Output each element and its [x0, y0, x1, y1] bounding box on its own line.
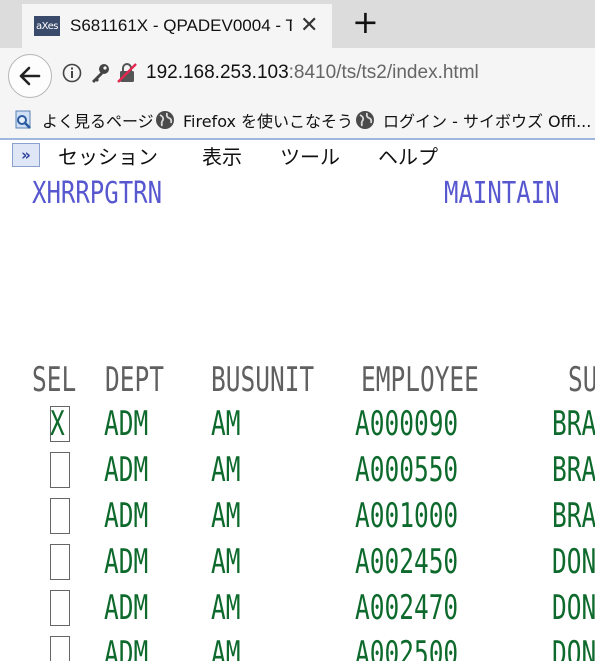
header-busunit: BUSUNIT: [211, 360, 315, 400]
bookmark-most-visited[interactable]: よく見るページ: [14, 108, 154, 132]
address-bar[interactable]: 192.168.253.103:8410/ts/ts2/index.html: [146, 62, 479, 84]
app-menu-bar: » セッション 表示 ツール ヘルプ: [0, 138, 595, 170]
close-tab-icon[interactable]: ✕: [300, 15, 318, 37]
terminal-screen: XHRRPGTRN MAINTAIN SEL DEPT BUSUNIT EMPL…: [0, 170, 595, 661]
select-field[interactable]: [50, 544, 70, 580]
bookmarks-toolbar: よく見るページ Firefox を使いこなそう ログイン - サイボウズ Off…: [0, 102, 595, 139]
tab-title: S681161X - QPADEV0004 - T: [70, 16, 292, 35]
cell-surname: BRA: [552, 404, 595, 444]
cell-employee: A002500: [355, 634, 459, 661]
browser-tab[interactable]: aXes S681161X - QPADEV0004 - T ✕: [22, 4, 332, 48]
screen-title: MAINTAIN: [444, 176, 560, 211]
menu-help[interactable]: ヘルプ: [378, 141, 438, 170]
tab-strip: aXes S681161X - QPADEV0004 - T ✕ +: [0, 0, 595, 48]
bookmark-firefox[interactable]: Firefox を使いこなそう: [155, 108, 353, 132]
navigation-bar: 192.168.253.103:8410/ts/ts2/index.html: [0, 48, 595, 102]
select-field[interactable]: [50, 590, 70, 626]
cell-busunit: AM: [211, 404, 241, 444]
select-value: X: [50, 404, 65, 444]
new-tab-button[interactable]: +: [352, 6, 379, 38]
cell-dept: ADM: [104, 588, 149, 628]
cell-employee: A000550: [355, 450, 459, 490]
program-name: XHRRPGTRN: [32, 176, 163, 211]
cell-surname: BRA: [552, 496, 595, 536]
url-host: 192.168.253.103: [146, 62, 289, 83]
cell-surname: DON: [552, 634, 595, 661]
bookmark-label: よく見るページ: [42, 112, 154, 131]
globe-icon: [156, 111, 174, 129]
cell-surname: DON: [552, 542, 595, 582]
cell-dept: ADM: [104, 542, 149, 582]
menu-view[interactable]: 表示: [202, 141, 242, 170]
back-button[interactable]: [8, 54, 52, 98]
bookmark-label: ログイン - サイボウズ Offi...: [383, 112, 592, 131]
menu-session[interactable]: セッション: [58, 141, 158, 170]
cell-employee: A000090: [355, 404, 459, 444]
cell-employee: A001000: [355, 496, 459, 536]
cell-surname: DON: [552, 588, 595, 628]
menu-toggle-icon[interactable]: »: [12, 143, 40, 167]
globe-icon: [356, 111, 374, 129]
bookmark-label: Firefox を使いこなそう: [183, 112, 354, 131]
cell-dept: ADM: [104, 404, 149, 444]
cell-dept: ADM: [104, 496, 149, 536]
cell-busunit: AM: [211, 634, 241, 661]
header-sel: SEL: [32, 360, 77, 400]
cell-employee: A002450: [355, 542, 459, 582]
cell-busunit: AM: [211, 496, 241, 536]
key-icon[interactable]: [89, 62, 111, 84]
menu-tools[interactable]: ツール: [280, 141, 340, 170]
cell-busunit: AM: [211, 542, 241, 582]
axes-favicon-icon: aXes: [34, 16, 60, 36]
cell-dept: ADM: [104, 634, 149, 661]
header-surname: SU: [568, 360, 595, 400]
url-path: :8410/ts/ts2/index.html: [288, 62, 479, 83]
cell-busunit: AM: [211, 450, 241, 490]
cell-surname: BRA: [552, 450, 595, 490]
select-field[interactable]: [50, 636, 70, 661]
insecure-lock-icon[interactable]: [116, 62, 138, 84]
cell-busunit: AM: [211, 588, 241, 628]
cell-employee: A002470: [355, 588, 459, 628]
bookmark-cybozu[interactable]: ログイン - サイボウズ Offi...: [355, 108, 591, 132]
info-icon[interactable]: [62, 63, 82, 83]
header-dept: DEPT: [105, 360, 164, 400]
select-field[interactable]: [50, 498, 70, 534]
search-page-icon: [15, 110, 31, 129]
header-employee: EMPLOYEE: [361, 360, 479, 400]
select-field[interactable]: [50, 452, 70, 488]
arrow-left-icon: [19, 66, 41, 86]
select-field[interactable]: X: [50, 404, 70, 444]
cell-dept: ADM: [104, 450, 149, 490]
